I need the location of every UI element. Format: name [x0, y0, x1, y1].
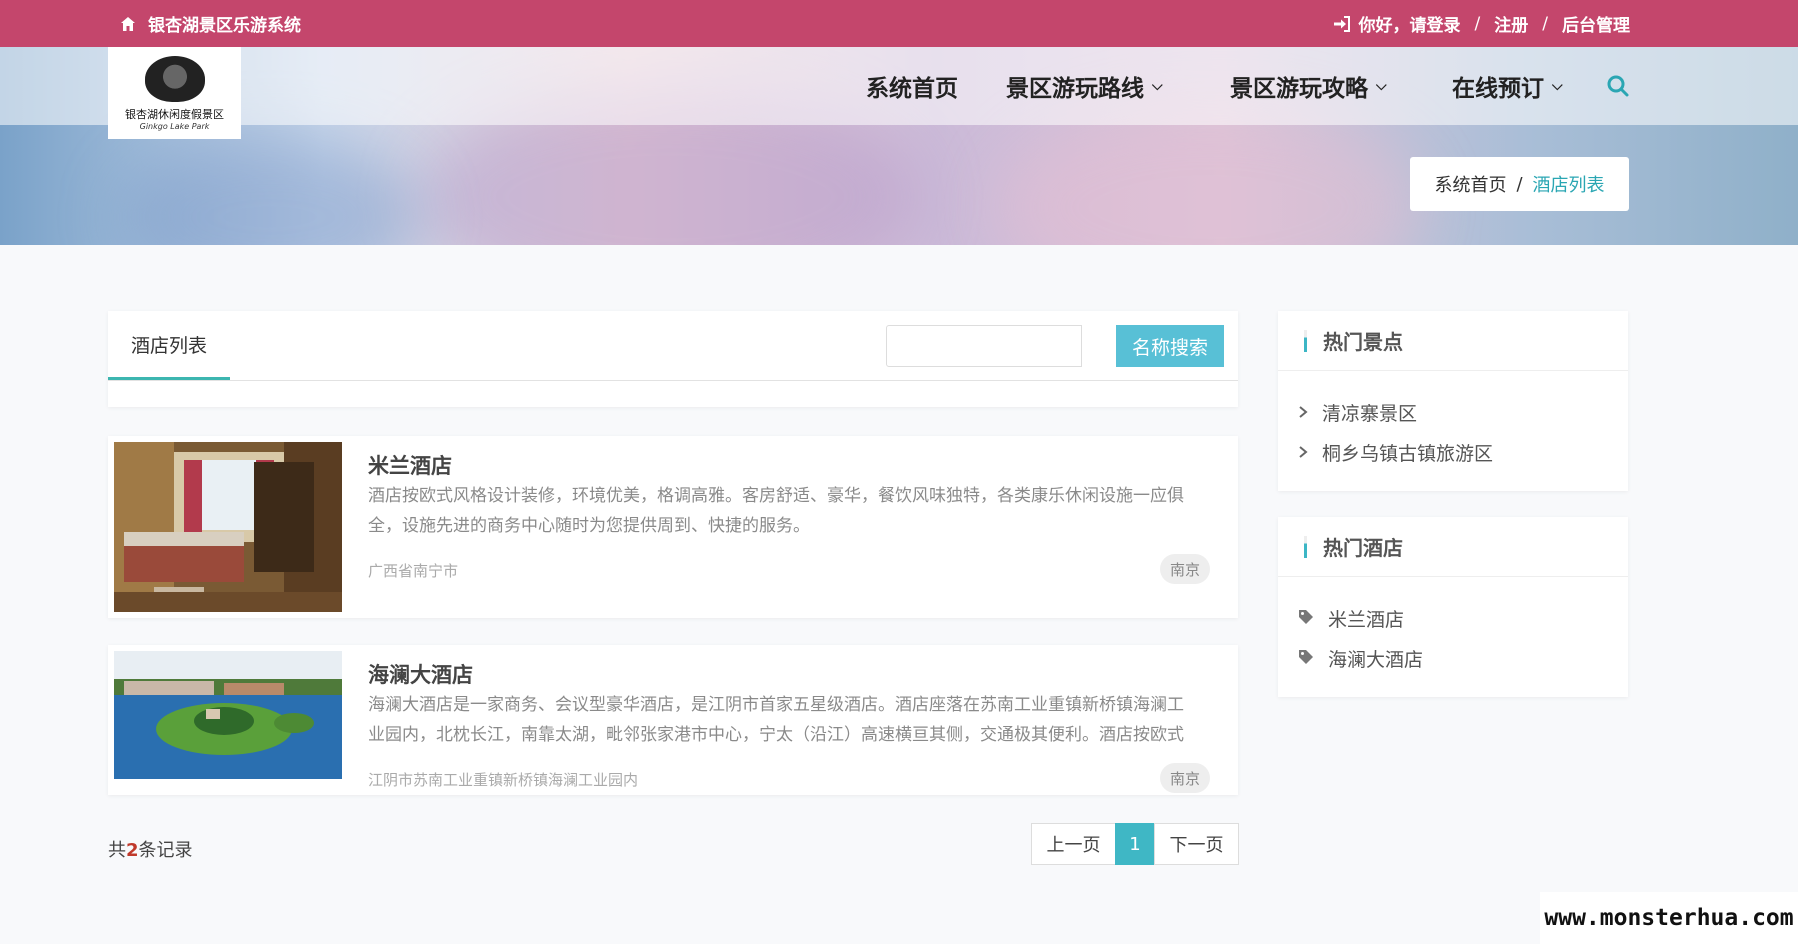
panel-heading: 热门景点	[1278, 311, 1628, 371]
chevron-right-icon	[1298, 402, 1308, 424]
heading-accent	[1304, 329, 1307, 352]
nav-label: 景区游玩攻略	[1230, 76, 1368, 102]
tab-label: 酒店列表	[130, 334, 207, 357]
panel-title: 热门景点	[1323, 330, 1403, 354]
nav-item-booking[interactable]: 在线预订 ⌵	[1452, 47, 1563, 125]
hotel-address: 广西省南宁市	[368, 562, 459, 580]
breadcrumb-current: 酒店列表	[1532, 175, 1605, 196]
hot-spot-item[interactable]: 桐乡乌镇古镇旅游区	[1298, 439, 1493, 466]
hotel-name[interactable]: 米兰酒店	[368, 450, 452, 480]
name-search-button[interactable]: 名称搜索	[1116, 325, 1224, 367]
logo-subtext: Ginkgo Lake Park	[139, 121, 210, 131]
nav-item-routes[interactable]: 景区游玩路线 ⌵	[1006, 47, 1163, 125]
hot-hotels-panel: 热门酒店 米兰酒店 海澜大酒店	[1278, 517, 1628, 697]
chevron-down-icon: ⌵	[1152, 78, 1163, 94]
logo-emblem	[144, 55, 205, 102]
hot-spot-label: 桐乡乌镇古镇旅游区	[1322, 443, 1494, 465]
description-line: 全，设施先进的商务中心随时为您提供周到、快捷的服务。	[368, 516, 810, 536]
hotel-name[interactable]: 海澜大酒店	[368, 659, 473, 689]
nav-label: 景区游玩路线	[1006, 76, 1144, 102]
prev-page-button[interactable]: 上一页	[1031, 823, 1116, 865]
heading-accent	[1304, 535, 1307, 558]
register-link[interactable]: 注册	[1494, 11, 1528, 36]
list-item[interactable]: 米兰酒店 酒店按欧式风格设计装修，环境优美，格调高雅。客房舒适、豪华，餐饮风味独…	[108, 436, 1238, 618]
separator: /	[1542, 13, 1548, 34]
count-suffix: 条记录	[138, 840, 193, 861]
admin-link[interactable]: 后台管理	[1562, 11, 1630, 36]
hotel-description: 海澜大酒店是一家商务、会议型豪华酒店，是江阴市首家五星级酒店。酒店座落在苏南工业…	[368, 690, 1208, 750]
list-header-panel: 酒店列表 名称搜索	[108, 311, 1238, 407]
hot-hotel-item[interactable]: 海澜大酒店	[1298, 645, 1423, 672]
description-line: 业园内，北枕长江，南靠太湖，毗邻张家港市中心，宁太（沿江）高速横亘其侧，交通极其…	[368, 725, 1184, 745]
sign-in-icon	[1333, 15, 1351, 32]
watermark: www.monsterhua.com	[1540, 892, 1798, 944]
pagination: 上一页 1 下一页	[1031, 823, 1239, 865]
hot-hotel-label: 米兰酒店	[1328, 609, 1405, 631]
record-count: 共2条记录	[108, 836, 193, 862]
list-item[interactable]: 海澜大酒店 海澜大酒店是一家商务、会议型豪华酒店，是江阴市首家五星级酒店。酒店座…	[108, 645, 1238, 795]
nav-label: 系统首页	[866, 76, 958, 102]
breadcrumb: 系统首页 / 酒店列表	[1410, 157, 1629, 211]
search-icon[interactable]	[1606, 74, 1630, 98]
panel-title: 热门酒店	[1323, 536, 1403, 560]
site-logo[interactable]: 银杏湖休闲度假景区 Ginkgo Lake Park	[108, 47, 241, 139]
tag-icon	[1298, 648, 1314, 670]
hotel-address: 江阴市苏南工业重镇新桥镇海澜工业园内	[368, 771, 639, 789]
hotel-image[interactable]	[114, 651, 342, 779]
top-bar: 银杏湖景区乐游系统 你好，请登录 / 注册 / 后台管理	[0, 0, 1798, 47]
city-tag[interactable]: 南京	[1160, 763, 1210, 793]
count-value: 2	[126, 840, 139, 861]
logo-text: 银杏湖休闲度假景区	[125, 107, 224, 121]
count-prefix: 共	[108, 840, 126, 861]
hotel-image[interactable]	[114, 442, 342, 612]
breadcrumb-home[interactable]: 系统首页	[1434, 171, 1506, 197]
panel-heading: 热门酒店	[1278, 517, 1628, 577]
page-1-button[interactable]: 1	[1115, 823, 1155, 865]
description-line: 酒店按欧式风格设计装修，环境优美，格调高雅。客房舒适、豪华，餐饮风味独特，各类康…	[368, 486, 1184, 506]
nav-item-guides[interactable]: 景区游玩攻略 ⌵	[1230, 47, 1387, 125]
hotel-description: 酒店按欧式风格设计装修，环境优美，格调高雅。客房舒适、豪华，餐饮风味独特，各类康…	[368, 481, 1208, 541]
chevron-down-icon: ⌵	[1552, 78, 1563, 94]
chevron-right-icon	[1298, 442, 1308, 464]
hot-hotel-item[interactable]: 米兰酒店	[1298, 605, 1404, 632]
home-icon[interactable]	[120, 16, 136, 32]
breadcrumb-separator: /	[1516, 173, 1523, 195]
system-name: 银杏湖景区乐游系统	[148, 16, 301, 36]
separator: /	[1474, 13, 1481, 34]
nav-label: 在线预订	[1452, 76, 1544, 102]
hot-spots-panel: 热门景点 清凉寨景区 桐乡乌镇古镇旅游区	[1278, 311, 1628, 491]
hot-hotel-label: 海澜大酒店	[1328, 649, 1424, 671]
description-line: 海澜大酒店是一家商务、会议型豪华酒店，是江阴市首家五星级酒店。酒店座落在苏南工业…	[368, 695, 1184, 715]
tag-icon	[1298, 608, 1314, 630]
city-tag[interactable]: 南京	[1160, 554, 1210, 584]
hot-spot-label: 清凉寨景区	[1322, 403, 1418, 425]
chevron-down-icon: ⌵	[1376, 78, 1387, 94]
hot-spot-item[interactable]: 清凉寨景区	[1298, 399, 1417, 426]
next-page-button[interactable]: 下一页	[1154, 823, 1239, 865]
nav-item-home[interactable]: 系统首页	[866, 47, 958, 125]
search-input[interactable]	[886, 325, 1082, 367]
tab-hotel-list[interactable]: 酒店列表	[108, 311, 230, 381]
login-link[interactable]: 你好，请登录	[1359, 11, 1461, 36]
